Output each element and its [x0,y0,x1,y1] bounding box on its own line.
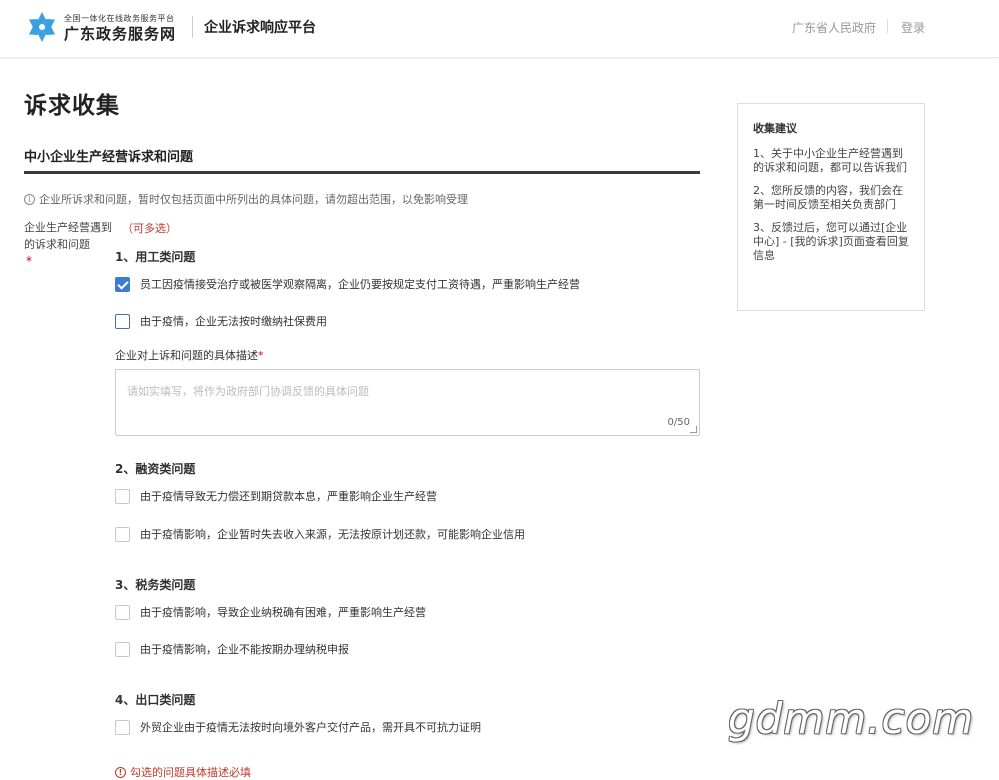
option-label: 由于疫情导致无力偿还到期贷款本息，严重影响企业生产经营 [140,490,437,503]
checkbox-unchecked[interactable] [115,641,130,657]
category-title-financing: 2、融资类问题 [115,462,196,476]
tip-item: 3、反馈过后，您可以通过[企业中心] - [我的诉求]页面查看回复信息 [753,221,909,262]
category-title-employment: 1、用工类问题 [115,250,196,264]
description-textarea[interactable]: 请如实填写，将作为政府部门协调反馈的具体问题 0/50 [115,369,700,436]
multi-select-hint: （可多选） [122,222,177,235]
option-tax-filing[interactable]: 由于疫情影响，企业不能按期办理纳税申报 [115,641,349,657]
header-divider [192,16,193,38]
checkbox-unchecked[interactable] [115,719,130,735]
category-title-tax: 3、税务类问题 [115,578,196,592]
option-label: 由于疫情，企业无法按时缴纳社保费用 [140,315,327,328]
description-label-text: 企业对上诉和问题的具体描述 [115,349,258,362]
info-icon: i [24,193,35,205]
brand-name[interactable]: 广东政务服务网 [64,23,176,44]
section-divider [24,171,700,174]
checkbox-unchecked[interactable] [115,313,130,329]
page-title: 诉求收集 [24,93,120,119]
section-title: 中小企业生产经营诉求和问题 [24,150,194,165]
snowflake-logo-icon[interactable] [26,11,58,43]
top-header: 全国一体化在线政务服务平台 广东政务服务网 企业诉求响应平台 广东省人民政府 登… [0,0,999,58]
category-title-export: 4、出口类问题 [115,693,196,707]
gov-link[interactable]: 广东省人民政府 [792,19,876,36]
checkbox-unchecked[interactable] [115,604,130,620]
login-link[interactable]: 登录 [901,19,925,36]
option-label: 由于疫情影响，企业不能按期办理纳税申报 [140,643,349,656]
option-employment-wages[interactable]: 员工因疫情接受治疗或被医学观察隔离，企业仍要按规定支付工资待遇，严重影响生产经营 [115,276,580,292]
required-mark: * [258,349,264,362]
option-label: 由于疫情影响，企业暂时失去收入来源，无法按原计划还款，可能影响企业信用 [140,528,525,541]
option-financing-credit[interactable]: 由于疫情影响，企业暂时失去收入来源，无法按原计划还款，可能影响企业信用 [115,526,525,542]
header-separator [887,19,888,33]
watermark: gdmm.com [728,694,975,743]
required-mark: * [26,254,32,268]
description-placeholder: 请如实填写，将作为政府部门协调反馈的具体问题 [127,385,369,398]
char-counter: 0/50 [667,417,690,428]
issues-field-label: 企业生产经营遇到的诉求和问题 [24,221,112,251]
error-icon: ! [115,766,126,778]
option-employment-social-security[interactable]: 由于疫情，企业无法按时缴纳社保费用 [115,313,327,329]
option-label: 由于疫情影响，导致企业纳税确有困难，严重影响生产经营 [140,606,426,619]
option-label: 员工因疫情接受治疗或被医学观察隔离，企业仍要按规定支付工资待遇，严重影响生产经营 [140,278,580,291]
description-label: 企业对上诉和问题的具体描述* [115,347,264,363]
error-text: 勾选的问题具体描述必填 [130,766,251,779]
option-financing-loan[interactable]: 由于疫情导致无力偿还到期贷款本息，严重影响企业生产经营 [115,488,437,504]
option-tax-difficulty[interactable]: 由于疫情影响，导致企业纳税确有困难，严重影响生产经营 [115,604,426,620]
tip-item: 2、您所反馈的内容，我们会在第一时间反馈至相关负责部门 [753,184,903,211]
scope-notice: i 企业所诉求和问题，暂时仅包括页面中所列出的具体问题，请勿超出范围，以免影响受… [24,191,468,207]
notice-text: 企业所诉求和问题，暂时仅包括页面中所列出的具体问题，请勿超出范围，以免影响受理 [39,193,468,206]
platform-title[interactable]: 企业诉求响应平台 [204,17,316,37]
checkbox-unchecked[interactable] [115,526,130,542]
tips-title: 收集建议 [753,122,797,135]
option-export-force-majeure[interactable]: 外贸企业由于疫情无法按时向境外客户交付产品，需开具不可抗力证明 [115,719,481,735]
checkbox-unchecked[interactable] [115,488,130,504]
collection-tips-panel: 收集建议 1、关于中小企业生产经营遇到的诉求和问题，都可以告诉我们 2、您所反馈… [737,103,925,311]
option-label: 外贸企业由于疫情无法按时向境外客户交付产品，需开具不可抗力证明 [140,721,481,734]
tip-item: 1、关于中小企业生产经营遇到的诉求和问题，都可以告诉我们 [753,147,907,174]
checkbox-checked[interactable] [115,276,130,292]
validation-error: ! 勾选的问题具体描述必填 [115,764,251,780]
resize-handle-icon[interactable] [690,426,697,433]
